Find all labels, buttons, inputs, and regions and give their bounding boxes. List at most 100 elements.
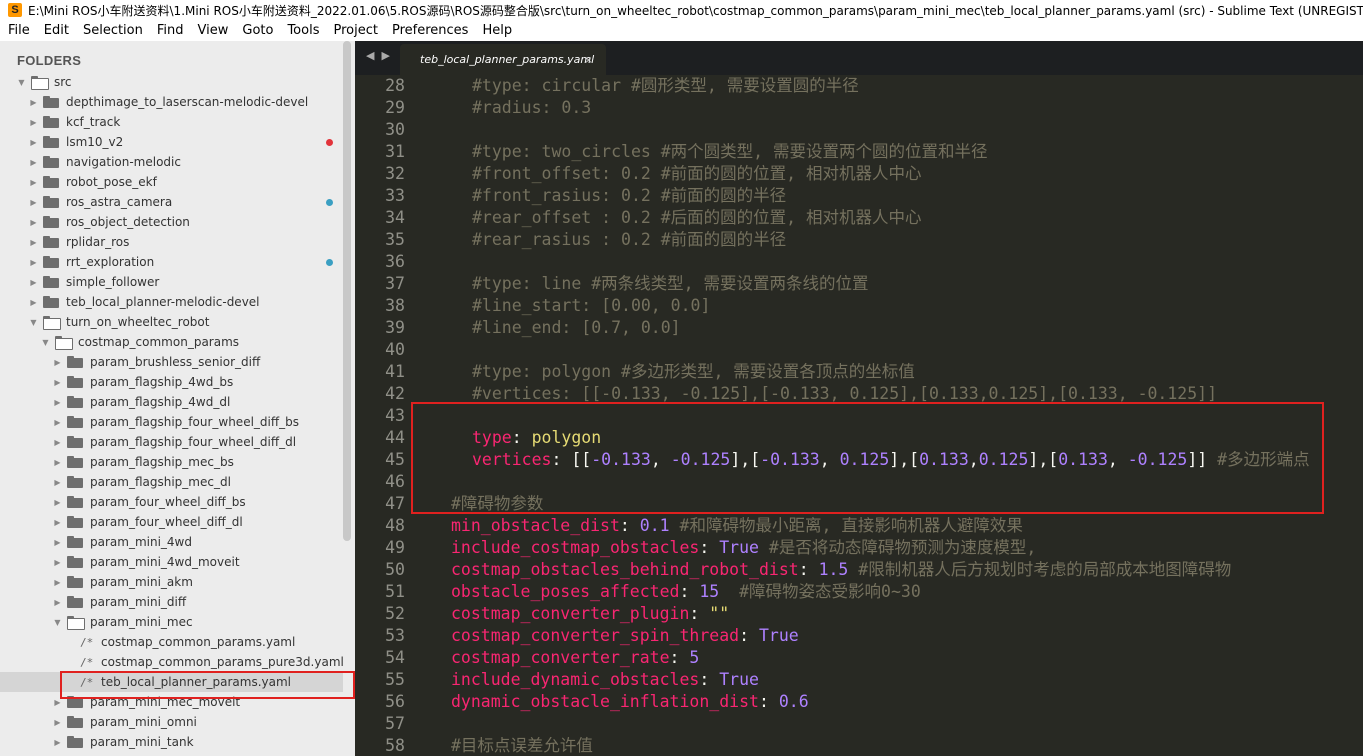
code-line[interactable]: 31 #type: two_circles #两个圆类型, 需要设置两个圆的位置和… [355, 141, 1363, 163]
code-line[interactable]: 36 [355, 251, 1363, 273]
code-line[interactable]: 54 costmap_converter_rate: 5 [355, 647, 1363, 669]
code-line[interactable]: 50 costmap_obstacles_behind_robot_dist: 1… [355, 559, 1363, 581]
folder-item[interactable]: ▶ teb_local_planner-melodic-devel [0, 292, 343, 312]
code-line[interactable]: 37 #type: line #两条线类型, 需要设置两条线的位置 [355, 273, 1363, 295]
chevron-right-icon[interactable]: ▶ [53, 398, 62, 407]
chevron-right-icon[interactable]: ▶ [29, 158, 38, 167]
folder-item[interactable]: ▶ param_four_wheel_diff_dl [0, 512, 343, 532]
code-line[interactable]: 48 min_obstacle_dist: 0.1 #和障碍物最小距离, 直接影响… [355, 515, 1363, 537]
folder-item[interactable]: ▶ param_mini_diff [0, 592, 343, 612]
chevron-right-icon[interactable]: ▶ [29, 278, 38, 287]
folder-item[interactable]: ▶ rrt_exploration [0, 252, 343, 272]
code-line[interactable]: 41 #type: polygon #多边形类型, 需要设置各顶点的坐标值 [355, 361, 1363, 383]
chevron-right-icon[interactable]: ▶ [53, 378, 62, 387]
menu-view[interactable]: View [191, 23, 236, 38]
menu-project[interactable]: Project [326, 23, 384, 38]
code-line[interactable]: 34 #rear_offset : 0.2 #后面的圆的位置, 相对机器人中心 [355, 207, 1363, 229]
chevron-right-icon[interactable]: ▶ [53, 498, 62, 507]
chevron-right-icon[interactable]: ▶ [53, 358, 62, 367]
chevron-down-icon[interactable]: ▼ [53, 618, 62, 627]
code-line[interactable]: 39 #line_end: [0.7, 0.0] [355, 317, 1363, 339]
folder-item[interactable]: ▶ rplidar_ros [0, 232, 343, 252]
folder-item[interactable]: ▶ param_brushless_senior_diff [0, 352, 343, 372]
code-line[interactable]: 29 #radius: 0.3 [355, 97, 1363, 119]
chevron-right-icon[interactable]: ▶ [29, 178, 38, 187]
folder-item[interactable]: ▶ param_flagship_4wd_dl [0, 392, 343, 412]
folder-item[interactable]: ▼ param_mini_mec [0, 612, 343, 632]
folder-item[interactable]: ▼ src [0, 72, 343, 92]
folder-item[interactable]: ▶ kcf_track [0, 112, 343, 132]
folder-item[interactable]: ▶ ros_object_detection [0, 212, 343, 232]
folder-item[interactable]: ▶ param_mini_tank [0, 732, 343, 752]
folder-item[interactable]: ▼ costmap_common_params [0, 332, 343, 352]
folder-item[interactable]: ▶ param_flagship_four_wheel_diff_dl [0, 432, 343, 452]
menu-edit[interactable]: Edit [37, 23, 76, 38]
chevron-right-icon[interactable]: ▶ [53, 478, 62, 487]
folder-item[interactable]: ▶ param_mini_akm [0, 572, 343, 592]
chevron-right-icon[interactable]: ▶ [29, 258, 38, 267]
folder-item[interactable]: ▶ robot_pose_ekf [0, 172, 343, 192]
menu-help[interactable]: Help [475, 23, 519, 38]
menu-find[interactable]: Find [150, 23, 191, 38]
chevron-right-icon[interactable]: ▶ [53, 738, 62, 747]
chevron-down-icon[interactable]: ▼ [29, 318, 38, 327]
chevron-right-icon[interactable]: ▶ [29, 118, 38, 127]
chevron-right-icon[interactable]: ▶ [53, 518, 62, 527]
chevron-right-icon[interactable]: ▶ [29, 138, 38, 147]
file-item[interactable]: /* costmap_common_params_pure3d.yaml [0, 652, 344, 672]
code-line[interactable]: 53 costmap_converter_spin_thread: True [355, 625, 1363, 647]
chevron-right-icon[interactable]: ▶ [29, 218, 38, 227]
folder-item[interactable]: ▶ param_four_wheel_diff_bs [0, 492, 343, 512]
code-line[interactable]: 58 #目标点误差允许值 [355, 735, 1363, 756]
code-editor[interactable]: 28 #type: circular #圆形类型, 需要设置圆的半径 29 #radi… [355, 75, 1363, 756]
folder-item[interactable]: ▶ param_mini_4wd_moveit [0, 552, 343, 572]
code-line[interactable]: 55 include_dynamic_obstacles: True [355, 669, 1363, 691]
menu-preferences[interactable]: Preferences [385, 23, 475, 38]
folder-item[interactable]: ▶ param_mini_omni [0, 712, 343, 732]
chevron-right-icon[interactable]: ▶ [53, 578, 62, 587]
chevron-right-icon[interactable]: ▶ [53, 538, 62, 547]
tab-nav-arrows[interactable]: ◀ ▶ [366, 49, 392, 62]
chevron-right-icon[interactable]: ▶ [29, 298, 38, 307]
chevron-right-icon[interactable]: ▶ [53, 558, 62, 567]
chevron-right-icon[interactable]: ▶ [29, 238, 38, 247]
menu-goto[interactable]: Goto [235, 23, 280, 38]
folder-item[interactable]: ▶ param_flagship_mec_dl [0, 472, 343, 492]
code-line[interactable]: 40 [355, 339, 1363, 361]
folder-item[interactable]: ▶ lsm10_v2 [0, 132, 343, 152]
chevron-down-icon[interactable]: ▼ [17, 78, 26, 87]
code-line[interactable]: 51 obstacle_poses_affected: 15 #障碍物姿态受影响0… [355, 581, 1363, 603]
folder-item[interactable]: ▶ param_flagship_mec_bs [0, 452, 343, 472]
code-line[interactable]: 49 include_costmap_obstacles: True #是否将动态… [355, 537, 1363, 559]
code-line[interactable]: 57 [355, 713, 1363, 735]
folder-item[interactable]: ▼ turn_on_wheeltec_robot [0, 312, 343, 332]
chevron-right-icon[interactable]: ▶ [29, 98, 38, 107]
code-line[interactable]: 30 [355, 119, 1363, 141]
chevron-right-icon[interactable]: ▶ [53, 458, 62, 467]
menu-selection[interactable]: Selection [76, 23, 150, 38]
chevron-right-icon[interactable]: ▶ [29, 198, 38, 207]
close-icon[interactable]: × [585, 53, 592, 67]
tab-teb-local-planner-params[interactable]: teb_local_planner_params.yaml × [400, 44, 606, 75]
folder-item[interactable]: ▶ param_flagship_4wd_bs [0, 372, 343, 392]
menu-tools[interactable]: Tools [280, 23, 326, 38]
folder-item[interactable]: ▶ param_flagship_four_wheel_diff_bs [0, 412, 343, 432]
code-line[interactable]: 52 costmap_converter_plugin: "" [355, 603, 1363, 625]
sidebar-scrollbar[interactable] [343, 41, 351, 541]
folder-item[interactable]: ▶ simple_follower [0, 272, 343, 292]
code-line[interactable]: 33 #front_rasius: 0.2 #前面的圆的半径 [355, 185, 1363, 207]
code-line[interactable]: 32 #front_offset: 0.2 #前面的圆的位置, 相对机器人中心 [355, 163, 1363, 185]
chevron-right-icon[interactable]: ▶ [53, 438, 62, 447]
folder-item[interactable]: ▶ param_mini_4wd [0, 532, 343, 552]
chevron-right-icon[interactable]: ▶ [53, 418, 62, 427]
folder-item[interactable]: ▶ depthimage_to_laserscan-melodic-devel [0, 92, 343, 112]
code-line[interactable]: 56 dynamic_obstacle_inflation_dist: 0.6 [355, 691, 1363, 713]
chevron-right-icon[interactable]: ▶ [53, 598, 62, 607]
menu-file[interactable]: File [0, 23, 37, 38]
chevron-down-icon[interactable]: ▼ [41, 338, 50, 347]
file-item[interactable]: /* costmap_common_params.yaml [0, 632, 343, 652]
code-line[interactable]: 28 #type: circular #圆形类型, 需要设置圆的半径 [355, 75, 1363, 97]
code-line[interactable]: 38 #line_start: [0.00, 0.0] [355, 295, 1363, 317]
chevron-right-icon[interactable]: ▶ [53, 718, 62, 727]
code-line[interactable]: 35 #rear_rasius : 0.2 #前面的圆的半径 [355, 229, 1363, 251]
